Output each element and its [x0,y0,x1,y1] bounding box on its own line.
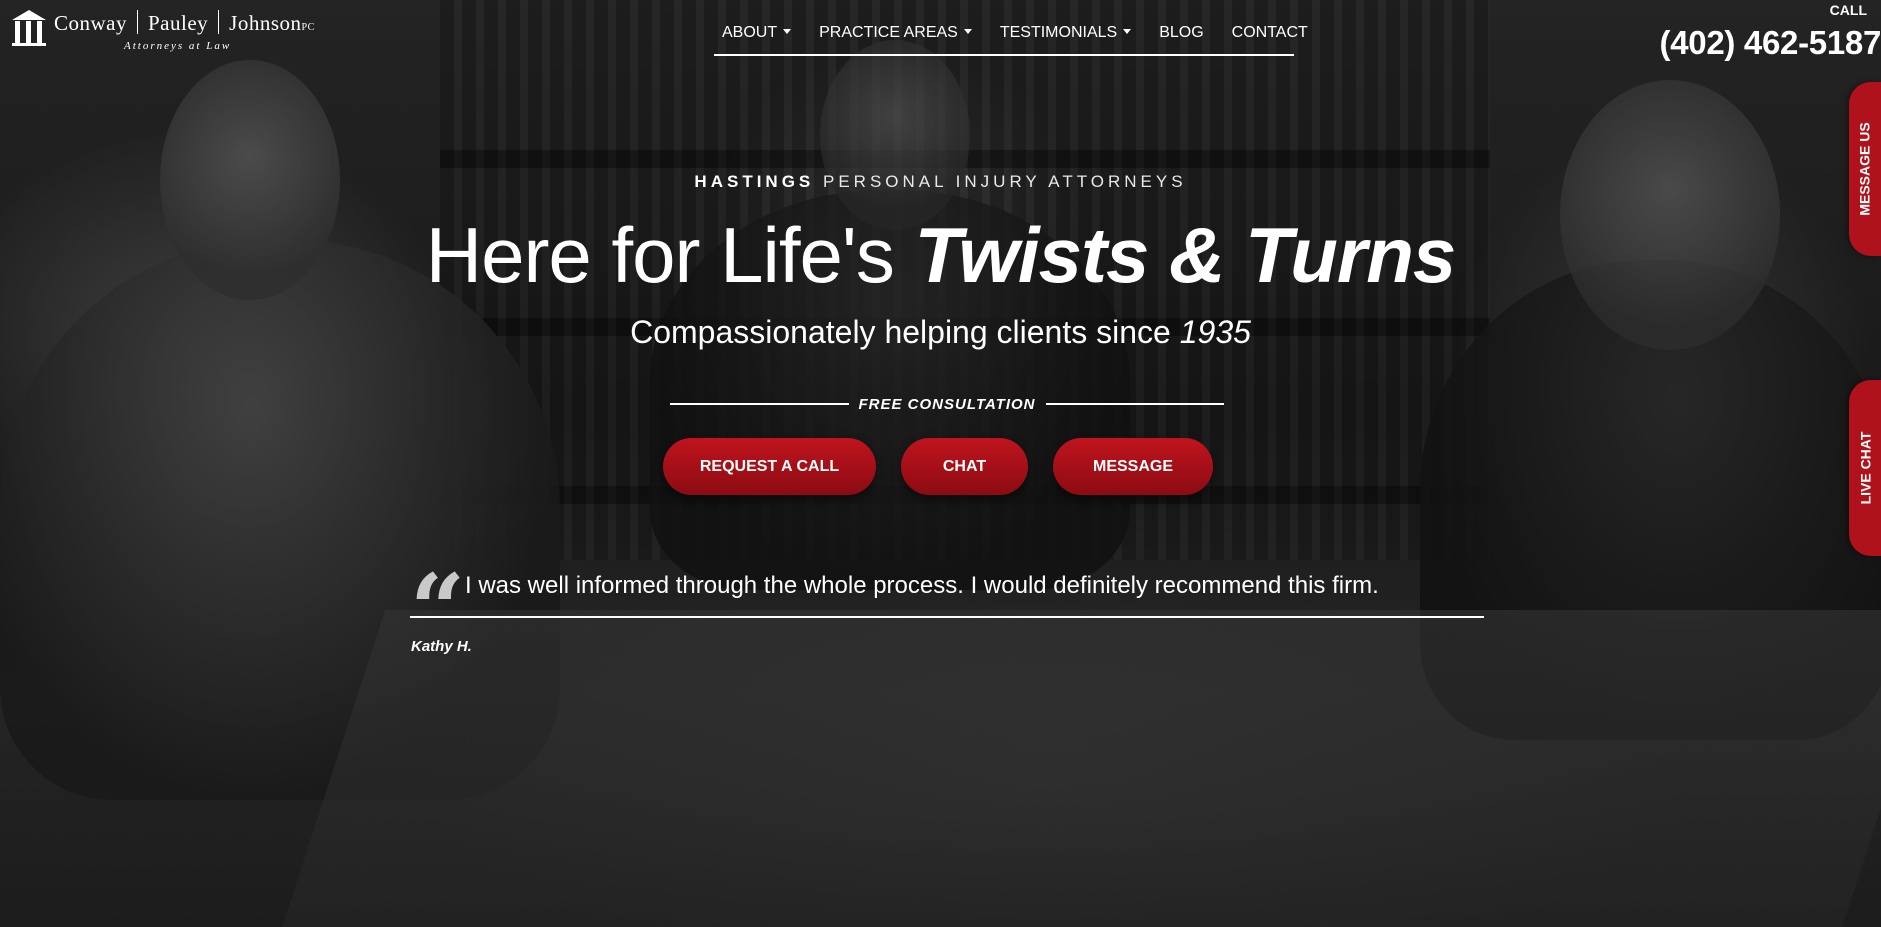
nav-item-testimonials[interactable]: TESTIMONIALS [992,20,1132,54]
logo-name-pauley: Pauley [148,11,209,35]
nav-item-contact[interactable]: CONTACT [1224,20,1308,54]
free-consultation-label: FREE CONSULTATION [858,395,1036,413]
caret-down-icon [783,29,792,34]
hero-eyebrow-location: HASTINGS [694,172,815,191]
hero-headline: Here for Life's Twists & Turns [0,210,1881,301]
hero-subheading: Compassionately helping clients since 19… [0,314,1881,351]
hero-subheading-text: Compassionately helping clients since [630,314,1171,350]
message-us-tab-label: MESSAGE US [1857,122,1874,216]
main-nav: ABOUT PRACTICE AREAS TESTIMONIALS BLOG C… [714,20,1308,56]
nav-item-practice-areas[interactable]: PRACTICE AREAS [811,20,972,54]
divider-line-left [670,403,849,405]
nav-item-about[interactable]: ABOUT [714,20,792,54]
hero-eyebrow: HASTINGS PERSONAL INJURY ATTORNEYS [0,172,1881,192]
nav-item-label: TESTIMONIALS [999,24,1118,41]
divider-line-right [1045,403,1224,405]
hero-headline-plain: Here for Life's [425,211,895,299]
call-label: CALL [1829,2,1867,18]
caret-down-icon [963,29,972,34]
caret-down-icon [1123,29,1132,34]
nav-item-label: PRACTICE AREAS [819,24,958,41]
nav-item-label: BLOG [1159,24,1204,41]
nav-item-label: CONTACT [1231,24,1308,41]
site-logo[interactable]: Conway Pauley JohnsonPC Attorneys at Law [12,10,315,52]
request-a-call-button[interactable]: REQUEST A CALL [663,438,876,495]
testimonial-author: Kathy H. [411,638,472,655]
live-chat-tab-label: LIVE CHAT [1857,431,1874,505]
nav-item-blog[interactable]: BLOG [1151,20,1203,54]
chat-button[interactable]: CHAT [901,438,1028,495]
hero-headline-emphasis: Twists & Turns [914,211,1457,299]
testimonial-quote: I was well informed through the whole pr… [465,572,1379,599]
live-chat-tab[interactable]: LIVE CHAT [1849,380,1881,556]
hero-eyebrow-practice: PERSONAL INJURY ATTORNEYS [823,172,1187,191]
phone-number-link[interactable]: (402) 462-5187 [1660,24,1881,62]
testimonial-divider [410,616,1484,618]
logo-name-johnson: Johnson [229,11,302,35]
logo-wordmark: Conway Pauley JohnsonPC Attorneys at Law [54,10,315,52]
logo-name-conway: Conway [54,11,127,35]
free-consultation-divider: FREE CONSULTATION [670,394,1224,414]
logo-tagline: Attorneys at Law [124,40,232,52]
columns-logo-icon [12,10,46,46]
message-button[interactable]: MESSAGE [1053,438,1213,495]
hero-subheading-year: 1935 [1179,314,1251,350]
nav-item-label: ABOUT [722,24,778,41]
logo-suffix: PC [301,22,315,33]
